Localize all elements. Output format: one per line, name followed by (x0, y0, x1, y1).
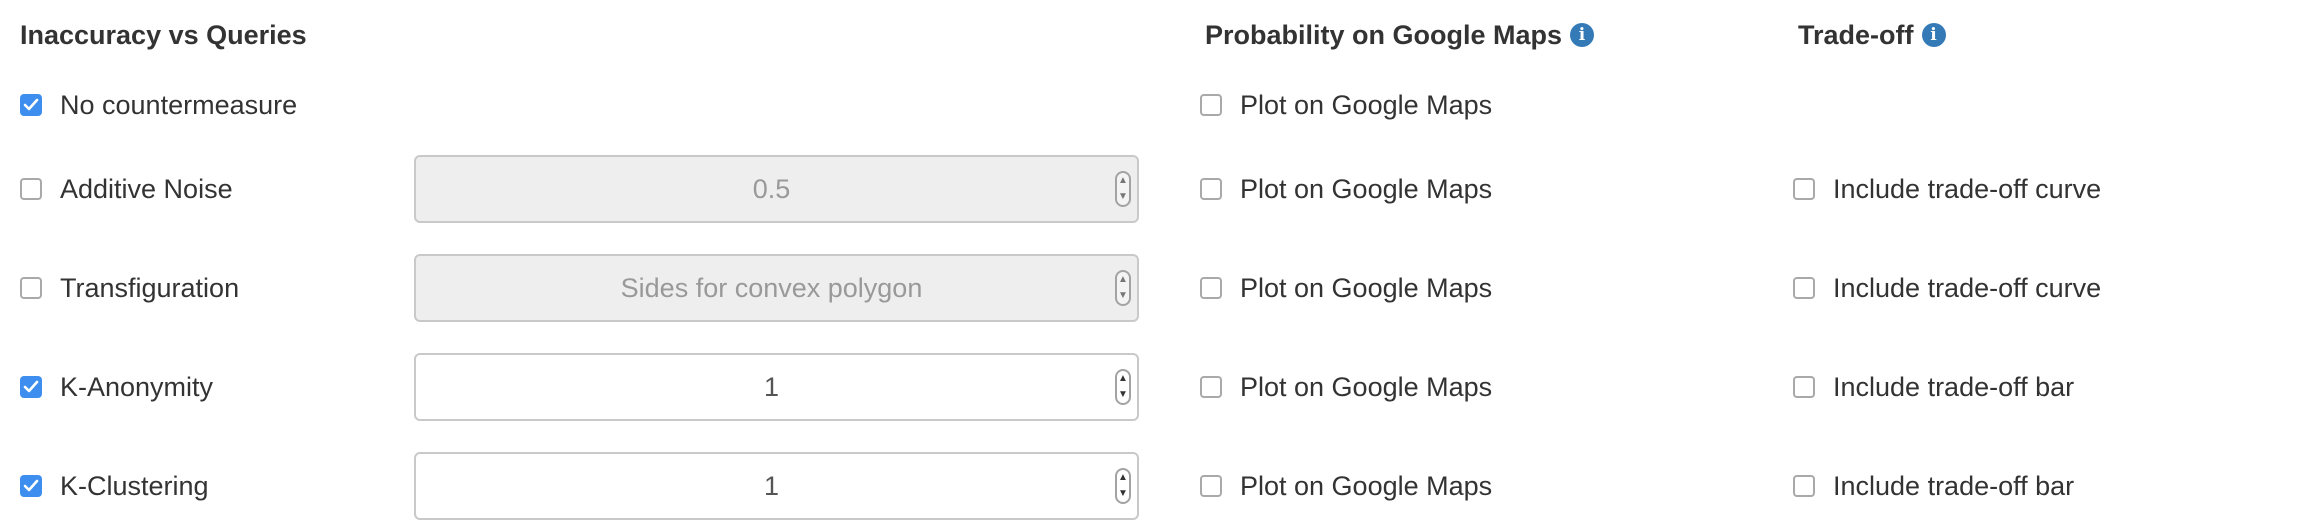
checkbox-box[interactable] (1200, 277, 1222, 299)
include-tradeoff-bar-label: Include trade-off bar (1833, 471, 2075, 501)
row1-plot-on-google-maps-checkbox[interactable]: Plot on Google Maps (1200, 172, 1492, 206)
checkbox-box[interactable] (20, 178, 42, 200)
additive-noise-number-input[interactable]: 0.5 ▲ ▼ (414, 155, 1139, 223)
checkbox-box[interactable] (20, 475, 42, 497)
spinner-up-arrow[interactable]: ▲ (1118, 176, 1128, 186)
spinner-down-arrow[interactable]: ▼ (1118, 291, 1128, 301)
spinner-down-arrow[interactable]: ▼ (1118, 390, 1128, 400)
k-clustering-value: 1 (763, 470, 780, 501)
countermeasure-settings-panel: Inaccuracy vs Queries Probability on Goo… (0, 0, 2320, 532)
no-countermeasure-checkbox[interactable]: No countermeasure (20, 88, 297, 122)
transfiguration-sides-input[interactable]: Sides for convex polygon ▲ ▼ (414, 254, 1139, 322)
checkbox-box[interactable] (1200, 376, 1222, 398)
k-anonymity-tradeoff-bar-checkbox[interactable]: Include trade-off bar (1793, 370, 2074, 404)
k-anonymity-checkbox[interactable]: K-Anonymity (20, 370, 213, 404)
transfiguration-tradeoff-curve-checkbox[interactable]: Include trade-off curve (1793, 271, 2101, 305)
k-clustering-number-input[interactable]: 1 ▲ ▼ (414, 452, 1139, 520)
row4-plot-on-google-maps-checkbox[interactable]: Plot on Google Maps (1200, 469, 1492, 503)
spinner-arrows-icon[interactable]: ▲ ▼ (1115, 171, 1131, 207)
include-tradeoff-bar-label: Include trade-off bar (1833, 372, 2075, 402)
row-k-clustering: K-Clustering 1 ▲ ▼ Plot on Google Maps I… (0, 452, 2320, 520)
checkmark-icon (23, 380, 39, 393)
plot-on-google-maps-label: Plot on Google Maps (1240, 273, 1493, 303)
checkbox-box[interactable] (1793, 277, 1815, 299)
tradeoff-info-icon[interactable]: i (1921, 23, 1946, 47)
include-tradeoff-curve-label: Include trade-off curve (1833, 273, 2102, 303)
plot-on-google-maps-label: Plot on Google Maps (1240, 174, 1493, 204)
checkmark-icon (23, 479, 39, 492)
row-k-anonymity: K-Anonymity 1 ▲ ▼ Plot on Google Maps In… (0, 353, 2320, 421)
k-clustering-tradeoff-bar-checkbox[interactable]: Include trade-off bar (1793, 469, 2074, 503)
plot-on-google-maps-label: Plot on Google Maps (1240, 471, 1493, 501)
tradeoff-header-label: Trade-off (1798, 20, 1914, 50)
plot-on-google-maps-label: Plot on Google Maps (1240, 90, 1493, 120)
checkbox-box[interactable] (1200, 178, 1222, 200)
checkbox-box[interactable] (20, 277, 42, 299)
k-anonymity-label: K-Anonymity (60, 372, 214, 402)
probability-on-google-maps-header: Probability on Google Maps i (1205, 18, 1595, 52)
checkbox-box[interactable] (1793, 475, 1815, 497)
checkbox-box[interactable] (20, 94, 42, 116)
additive-noise-tradeoff-curve-checkbox[interactable]: Include trade-off curve (1793, 172, 2101, 206)
checkmark-icon (23, 98, 39, 111)
spinner-up-arrow[interactable]: ▲ (1118, 275, 1128, 285)
row-no-countermeasure: No countermeasure Plot on Google Maps (0, 88, 2320, 122)
additive-noise-value: 0.5 (752, 173, 791, 204)
plot-on-google-maps-label: Plot on Google Maps (1240, 372, 1493, 402)
sides-for-convex-polygon-placeholder: Sides for convex polygon (620, 272, 923, 303)
checkbox-box[interactable] (20, 376, 42, 398)
spinner-down-arrow[interactable]: ▼ (1118, 489, 1128, 499)
row0-plot-on-google-maps-checkbox[interactable]: Plot on Google Maps (1200, 88, 1492, 122)
k-anonymity-value: 1 (763, 371, 780, 402)
additive-noise-checkbox[interactable]: Additive Noise (20, 172, 233, 206)
spinner-up-arrow[interactable]: ▲ (1118, 374, 1128, 384)
probability-info-icon[interactable]: i (1570, 23, 1595, 47)
spinner-arrows-icon[interactable]: ▲ ▼ (1115, 270, 1131, 306)
additive-noise-label: Additive Noise (60, 174, 233, 204)
transfiguration-label: Transfiguration (60, 273, 240, 303)
no-countermeasure-label: No countermeasure (60, 90, 298, 120)
spinner-arrows-icon[interactable]: ▲ ▼ (1115, 369, 1131, 405)
k-clustering-checkbox[interactable]: K-Clustering (20, 469, 209, 503)
checkbox-box[interactable] (1200, 475, 1222, 497)
inaccuracy-vs-queries-header: Inaccuracy vs Queries (20, 18, 307, 52)
row2-plot-on-google-maps-checkbox[interactable]: Plot on Google Maps (1200, 271, 1492, 305)
inaccuracy-header-label: Inaccuracy vs Queries (20, 20, 307, 50)
k-clustering-label: K-Clustering (60, 471, 209, 501)
row-additive-noise: Additive Noise 0.5 ▲ ▼ Plot on Google Ma… (0, 155, 2320, 223)
k-anonymity-number-input[interactable]: 1 ▲ ▼ (414, 353, 1139, 421)
checkbox-box[interactable] (1793, 376, 1815, 398)
probability-header-label: Probability on Google Maps (1205, 20, 1563, 50)
row3-plot-on-google-maps-checkbox[interactable]: Plot on Google Maps (1200, 370, 1492, 404)
spinner-arrows-icon[interactable]: ▲ ▼ (1115, 468, 1131, 504)
spinner-down-arrow[interactable]: ▼ (1118, 192, 1128, 202)
row-transfiguration: Transfiguration Sides for convex polygon… (0, 254, 2320, 322)
spinner-up-arrow[interactable]: ▲ (1118, 473, 1128, 483)
include-tradeoff-curve-label: Include trade-off curve (1833, 174, 2102, 204)
transfiguration-checkbox[interactable]: Transfiguration (20, 271, 239, 305)
checkbox-box[interactable] (1200, 94, 1222, 116)
trade-off-header: Trade-off i (1798, 18, 1946, 52)
checkbox-box[interactable] (1793, 178, 1815, 200)
